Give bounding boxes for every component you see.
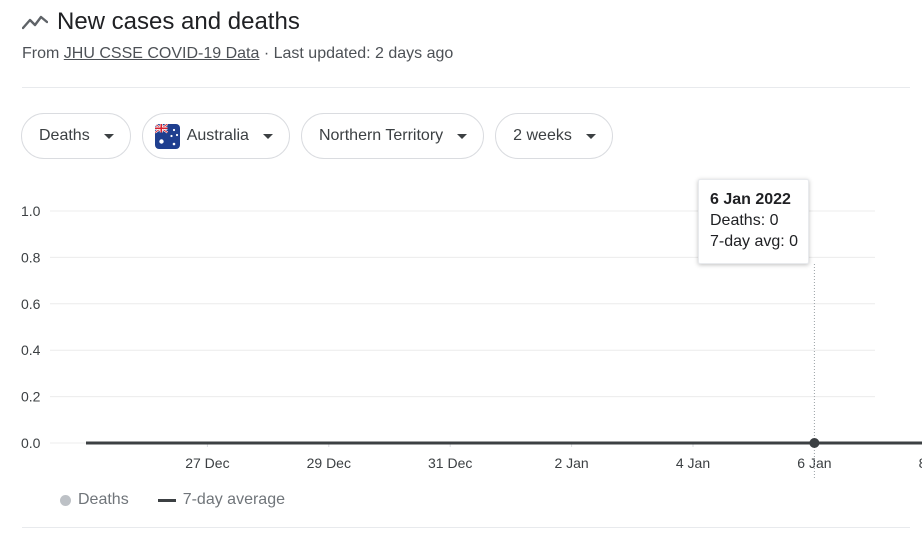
filter-chips: Deaths Australia Northern Territory 2 we… (21, 113, 613, 159)
region-dropdown-label: Northern Territory (318, 127, 444, 144)
period-dropdown[interactable]: 2 weeks (495, 113, 613, 159)
region-dropdown[interactable]: Northern Territory (300, 113, 485, 159)
x-tick-label: 2 Jan (554, 455, 588, 471)
title-row: New cases and deaths (22, 6, 902, 38)
trend-line-icon (22, 15, 48, 30)
y-tick-label: 0.8 (21, 249, 41, 265)
source-link[interactable]: JHU CSSE COVID-19 Data (64, 45, 260, 62)
top-divider (22, 87, 910, 88)
y-tick-label: 0.2 (21, 389, 41, 405)
caret-down-icon (585, 133, 596, 139)
country-dropdown[interactable]: Australia (141, 113, 290, 159)
x-tick-label: 27 Dec (185, 455, 229, 471)
australia-flag-icon (154, 123, 180, 149)
page-title: New cases and deaths (57, 8, 300, 35)
bottom-divider (22, 527, 910, 528)
caret-down-icon (103, 133, 114, 139)
metric-dropdown[interactable]: Deaths (21, 113, 131, 159)
period-dropdown-label: 2 weeks (513, 127, 572, 144)
tooltip-avg: 7-day avg: 0 (710, 233, 799, 250)
caret-down-icon (262, 133, 273, 139)
source-line: From JHU CSSE COVID-19 Data · Last updat… (22, 44, 902, 64)
y-tick-label: 0.6 (21, 296, 41, 312)
x-tick-label: 31 Dec (428, 455, 472, 471)
tooltip-deaths: Deaths: 0 (710, 212, 779, 229)
caret-down-icon (457, 133, 468, 139)
country-dropdown-label: Australia (186, 127, 249, 144)
legend-deaths-dot (60, 494, 71, 506)
y-tick-label: 1.0 (21, 203, 41, 219)
source-prefix: From (22, 45, 60, 62)
chart-header: New cases and deaths From JHU CSSE COVID… (22, 6, 902, 64)
highlight-point (809, 438, 820, 448)
x-tick-label: 4 Jan (676, 455, 710, 471)
legend-avg-line (157, 498, 176, 502)
y-tick-label: 0.0 (21, 435, 41, 451)
metric-dropdown-label: Deaths (39, 127, 90, 144)
chart-legend: Deaths 7-day average (60, 491, 285, 509)
y-tick-label: 0.4 (21, 342, 41, 358)
x-tick-label: 29 Dec (307, 455, 351, 471)
tooltip-date: 6 Jan 2022 (710, 191, 791, 208)
last-updated: · Last updated: 2 days ago (263, 45, 454, 62)
chart-tooltip: 6 Jan 2022 Deaths: 0 7-day avg: 0 (698, 179, 809, 264)
legend-avg-label: 7-day average (182, 491, 285, 508)
legend-deaths-label: Deaths (78, 491, 129, 508)
